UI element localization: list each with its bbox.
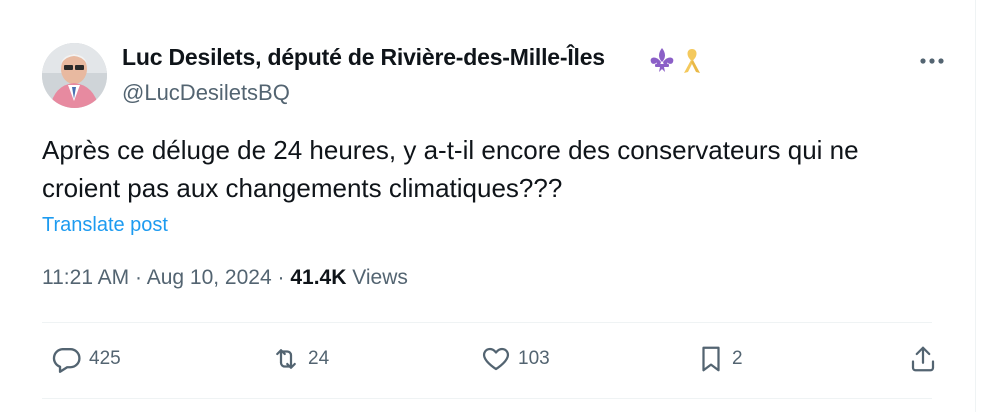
- fleur-de-lis-icon: [648, 47, 676, 78]
- author-name[interactable]: Luc Desilets, député de Rivière-des-Mill…: [122, 44, 605, 71]
- like-count: 103: [518, 348, 550, 369]
- share-button[interactable]: [908, 341, 938, 377]
- post-time[interactable]: 11:21 AM: [42, 266, 129, 289]
- repost-icon: [276, 349, 296, 369]
- post-text: Après ce déluge de 24 heures, y a-t-il e…: [42, 131, 942, 207]
- bookmark-count: 2: [732, 348, 743, 369]
- yellow-ribbon-icon: [680, 47, 704, 80]
- post-date[interactable]: Aug 10, 2024: [147, 266, 272, 289]
- more-options-button[interactable]: [914, 47, 950, 75]
- author-handle[interactable]: @LucDesiletsBQ: [122, 80, 290, 106]
- divider-top: [42, 322, 932, 323]
- meta-separator: ·: [135, 266, 143, 289]
- more-icon: [920, 58, 944, 64]
- divider-bottom: [42, 398, 932, 399]
- meta-separator: ·: [277, 266, 285, 289]
- reply-icon: [52, 347, 81, 373]
- bookmark-icon: [702, 346, 720, 372]
- share-icon: [911, 346, 935, 372]
- heart-icon: [483, 347, 509, 371]
- reply-button[interactable]: 425: [50, 341, 121, 377]
- post-text-line: croient pas aux changements climatiques?…: [42, 173, 563, 203]
- post-metadata: 11:21 AM · Aug 10, 2024 · 41.4K Views: [42, 266, 408, 290]
- bookmark-button[interactable]: 2: [696, 341, 743, 377]
- views-label: Views: [352, 266, 408, 289]
- translate-post-link[interactable]: Translate post: [42, 214, 168, 237]
- views-count: 41.4K: [290, 266, 347, 289]
- repost-count: 24: [308, 348, 330, 369]
- reply-count: 425: [89, 348, 121, 369]
- column-border: [975, 0, 976, 412]
- avatar[interactable]: [42, 43, 107, 108]
- avatar-image: [42, 43, 107, 108]
- post-text-line: Après ce déluge de 24 heures, y a-t-il e…: [42, 135, 859, 165]
- tweet-card: Luc Desilets, député de Rivière-des-Mill…: [0, 0, 1006, 412]
- like-button[interactable]: 103: [480, 341, 550, 377]
- repost-button[interactable]: 24: [270, 341, 329, 377]
